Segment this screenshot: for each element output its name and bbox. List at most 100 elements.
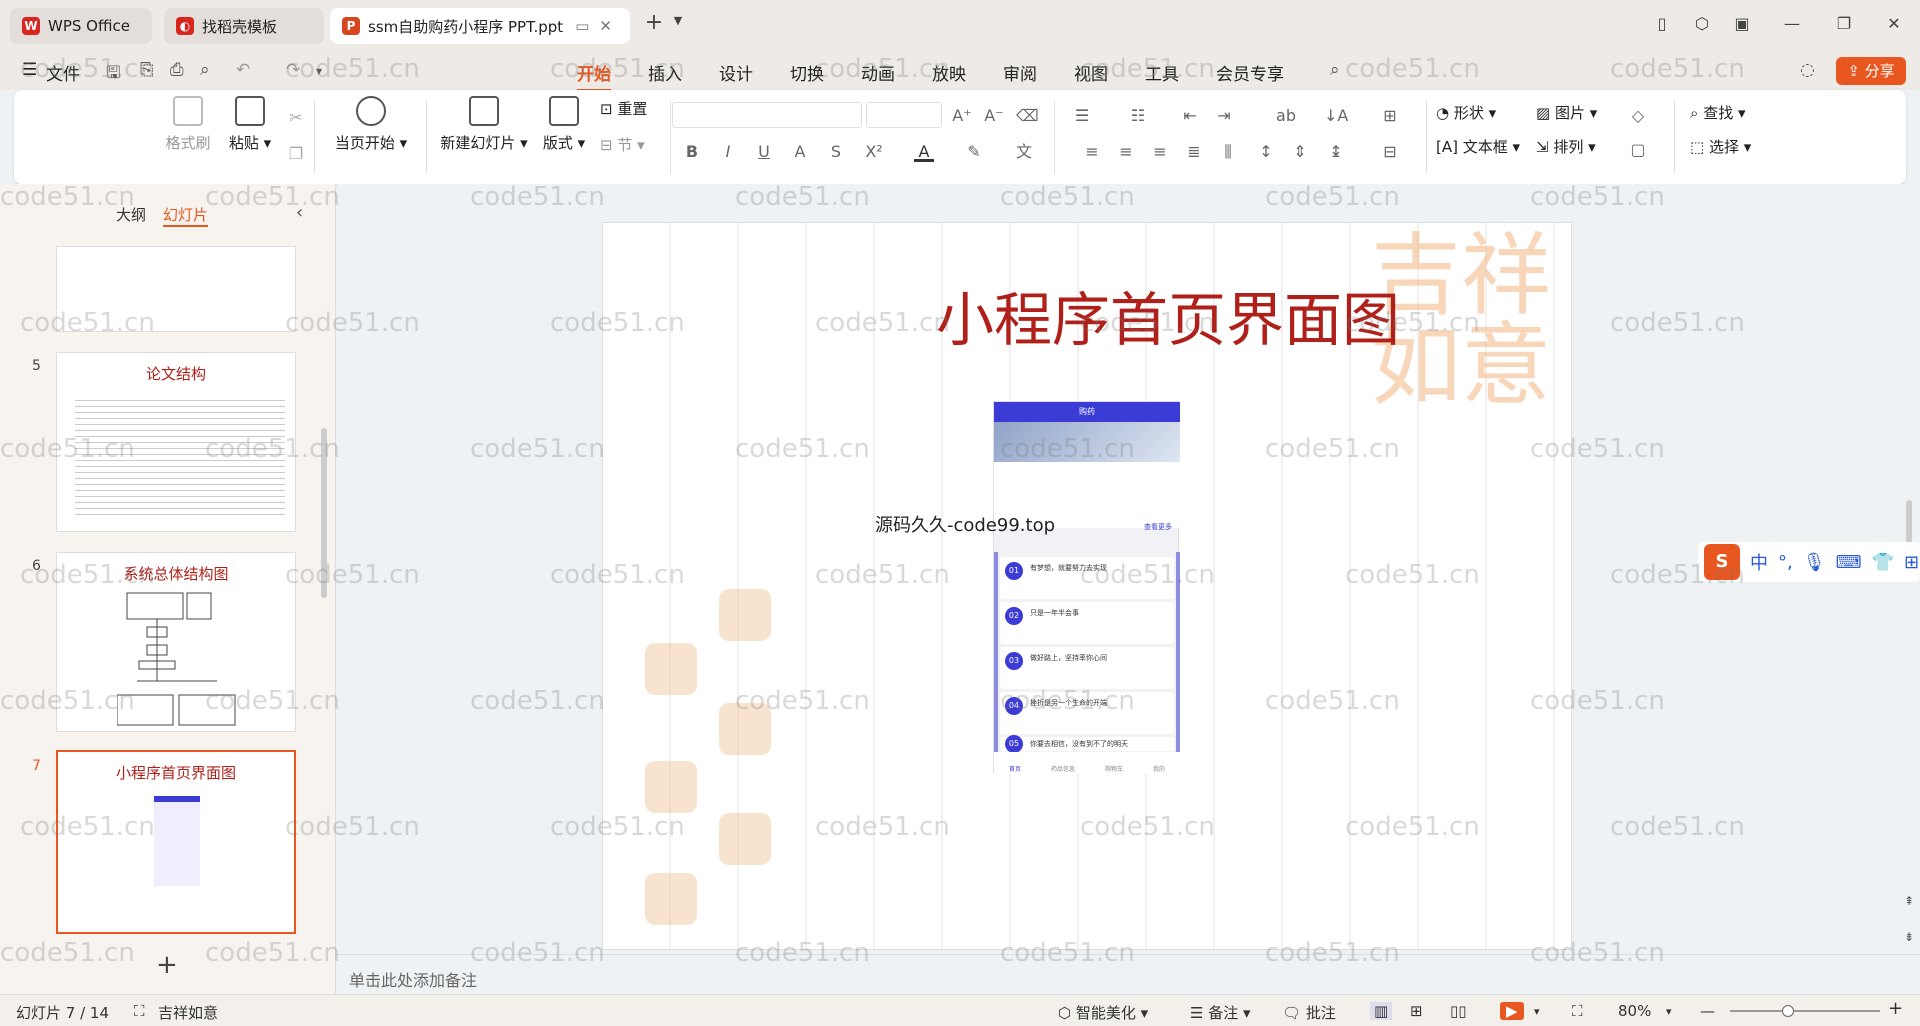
zoom-out-icon[interactable]: — bbox=[1700, 1002, 1715, 1020]
find-button[interactable]: ⌕ 查找 ▾ bbox=[1690, 102, 1746, 123]
slide-thumbnail-4[interactable] bbox=[56, 246, 296, 332]
tab-review[interactable]: 审阅 bbox=[1003, 60, 1037, 85]
share-button[interactable]: ⇪ 分享 bbox=[1836, 57, 1906, 85]
decrease-font-icon[interactable]: A⁻ bbox=[984, 106, 1004, 126]
shadow-icon[interactable]: S bbox=[826, 142, 846, 162]
zoom-slider-thumb[interactable] bbox=[1782, 1005, 1794, 1017]
reset-button[interactable]: ⊡ 重置 bbox=[600, 98, 647, 119]
text-direction-icon[interactable]: ab bbox=[1276, 106, 1296, 126]
comments-button[interactable]: 🗨 批注 bbox=[1282, 1002, 1336, 1023]
phone-screenshot-image[interactable]: 购药 查看更多 01 有梦想，就要努力去实现 02 只是一年半会事 03 做好路上，坚… bbox=[993, 401, 1180, 774]
align-left-icon[interactable]: ≡ bbox=[1082, 142, 1102, 162]
tab-wps-office[interactable]: W WPS Office bbox=[10, 8, 152, 44]
smart-beautify-button[interactable]: ⬡ 智能美化 ▾ bbox=[1058, 1002, 1148, 1023]
chat-icon[interactable]: ◌ bbox=[1800, 60, 1815, 80]
stage-scrollbar[interactable] bbox=[1906, 500, 1912, 548]
paste-button[interactable]: 粘贴 ▾ bbox=[222, 96, 278, 153]
search-icon[interactable]: ⌕ bbox=[1330, 60, 1340, 80]
panel-scrollbar[interactable] bbox=[321, 428, 327, 598]
hamburger-icon[interactable]: ☰ bbox=[22, 60, 37, 80]
punctuation-icon[interactable]: °, bbox=[1778, 552, 1793, 573]
tab-transition[interactable]: 切换 bbox=[790, 60, 824, 85]
customize-icon[interactable]: ▾ bbox=[316, 64, 322, 78]
reading-view-icon[interactable]: ▯▯ bbox=[1450, 1002, 1467, 1020]
add-slide-icon[interactable]: + bbox=[156, 950, 178, 980]
fit-window-icon[interactable]: ⛶ bbox=[1572, 1002, 1583, 1020]
underline-icon[interactable]: U bbox=[754, 142, 774, 162]
slide-thumbnail-6[interactable]: 系统总体结构图 bbox=[56, 552, 296, 732]
undo-icon[interactable]: ↶ bbox=[236, 60, 250, 80]
notes-button[interactable]: ☰ 备注 ▾ bbox=[1190, 1002, 1251, 1023]
picture-button[interactable]: ▨ 图片 ▾ bbox=[1536, 102, 1597, 123]
avatar-icon[interactable]: ▣ bbox=[1730, 14, 1754, 38]
slideshow-options-icon[interactable]: ▾ bbox=[1534, 1005, 1540, 1018]
outline-icon[interactable]: ▢ bbox=[1628, 140, 1648, 160]
maximize-icon[interactable]: ❐ bbox=[1832, 14, 1856, 38]
copy-icon[interactable]: ❐ bbox=[286, 144, 306, 164]
slides-tab[interactable]: 幻灯片 bbox=[163, 204, 209, 227]
zoom-in-icon[interactable]: + bbox=[1888, 998, 1903, 1019]
paragraph-spacing-icon[interactable]: ⇕ bbox=[1290, 142, 1310, 162]
sort-icon[interactable]: ↓A bbox=[1324, 106, 1348, 126]
textbox-button[interactable]: [A] 文本框 ▾ bbox=[1436, 136, 1520, 157]
slide-thumbnail-7-selected[interactable]: 小程序首页界面图 bbox=[56, 750, 296, 934]
bullets-icon[interactable]: ☰ bbox=[1072, 106, 1092, 126]
tab-animation[interactable]: 动画 bbox=[861, 60, 895, 85]
reading-mode-icon[interactable]: ▯ bbox=[1650, 14, 1674, 38]
strikethrough-icon[interactable]: A bbox=[790, 142, 810, 162]
monitor-icon[interactable]: ▭ bbox=[575, 17, 589, 35]
cube-icon[interactable]: ⬡ bbox=[1690, 14, 1714, 38]
arrange-button[interactable]: ⇲ 排列 ▾ bbox=[1536, 136, 1596, 157]
play-from-current-button[interactable]: 当页开始 ▾ bbox=[324, 96, 418, 153]
shape-button[interactable]: ◔ 形状 ▾ bbox=[1436, 102, 1496, 123]
font-size-select[interactable] bbox=[866, 102, 942, 128]
outline-tab[interactable]: 大纲 bbox=[116, 204, 146, 225]
tab-member[interactable]: 会员专享 bbox=[1216, 60, 1284, 85]
new-slide-button[interactable]: 新建幻灯片 ▾ bbox=[438, 96, 530, 153]
bold-icon[interactable]: B bbox=[682, 142, 702, 162]
increase-font-icon[interactable]: A⁺ bbox=[952, 106, 972, 126]
print-preview-icon[interactable]: ⌕ bbox=[200, 60, 210, 80]
notes-pane[interactable]: 单击此处添加备注 bbox=[337, 954, 1920, 994]
layout-button[interactable]: 版式 ▾ bbox=[536, 96, 592, 153]
convert-icon[interactable]: ⊞ bbox=[1380, 106, 1400, 126]
prev-slide-icon[interactable]: ⇞ bbox=[1904, 894, 1914, 908]
chevron-down-icon[interactable]: ▼ bbox=[666, 14, 690, 38]
next-slide-icon[interactable]: ⇟ bbox=[1904, 930, 1914, 944]
align-center-icon[interactable]: ≡ bbox=[1116, 142, 1136, 162]
grid-icon[interactable]: ⊞ bbox=[1904, 552, 1919, 573]
select-button[interactable]: ⬚ 选择 ▾ bbox=[1690, 136, 1751, 157]
line-spacing-icon[interactable]: ↕ bbox=[1256, 142, 1276, 162]
decrease-indent-icon[interactable]: ⇤ bbox=[1180, 106, 1200, 126]
justify-icon[interactable]: ≣ bbox=[1184, 142, 1204, 162]
zoom-slider[interactable] bbox=[1730, 1005, 1880, 1017]
skin-icon[interactable]: 👕 bbox=[1872, 552, 1894, 573]
fill-icon[interactable]: ◇ bbox=[1628, 106, 1648, 126]
sogou-icon[interactable]: S bbox=[1704, 544, 1740, 580]
superscript-icon[interactable]: X² bbox=[864, 142, 884, 162]
redo-icon[interactable]: ↷ bbox=[286, 60, 300, 80]
section-button[interactable]: ⊟ 节 ▾ bbox=[600, 134, 645, 155]
zoom-level[interactable]: 80% bbox=[1618, 1002, 1651, 1020]
file-menu[interactable]: 文件 bbox=[46, 60, 80, 85]
align-right-icon[interactable]: ≡ bbox=[1150, 142, 1170, 162]
font-color-icon[interactable]: A bbox=[914, 142, 934, 162]
numbering-icon[interactable]: ☷ bbox=[1128, 106, 1148, 126]
highlight-icon[interactable]: ✎ bbox=[964, 142, 984, 162]
tab-tools[interactable]: 工具 bbox=[1145, 60, 1179, 85]
slide-sorter-icon[interactable]: ⊞ bbox=[1410, 1002, 1423, 1020]
zoom-dropdown-icon[interactable]: ▾ bbox=[1666, 1005, 1672, 1018]
spacing-icon[interactable]: ↨ bbox=[1326, 142, 1346, 162]
slide-canvas[interactable]: 吉祥 如意 小程序首页界面图 购药 查看更多 01 有梦想，就要努力去实现 02 只是… bbox=[602, 222, 1572, 950]
cut-icon[interactable]: ✂ bbox=[286, 108, 306, 128]
normal-view-icon[interactable]: ▥ bbox=[1370, 1002, 1393, 1020]
distribute-icon[interactable]: ⫼ bbox=[1218, 142, 1238, 162]
clear-format-icon[interactable]: ⌫ bbox=[1016, 106, 1039, 126]
close-tab-icon[interactable]: ✕ bbox=[599, 17, 612, 35]
print-icon[interactable]: ⎙ bbox=[170, 60, 184, 80]
theme-name[interactable]: 吉祥如意 bbox=[158, 1002, 218, 1023]
ime-language[interactable]: 中 bbox=[1750, 549, 1768, 575]
tab-view[interactable]: 视图 bbox=[1074, 60, 1108, 85]
collapse-panel-icon[interactable]: ‹ bbox=[296, 202, 303, 223]
overlay-text[interactable]: 源码久久-code99.top bbox=[875, 511, 1055, 537]
